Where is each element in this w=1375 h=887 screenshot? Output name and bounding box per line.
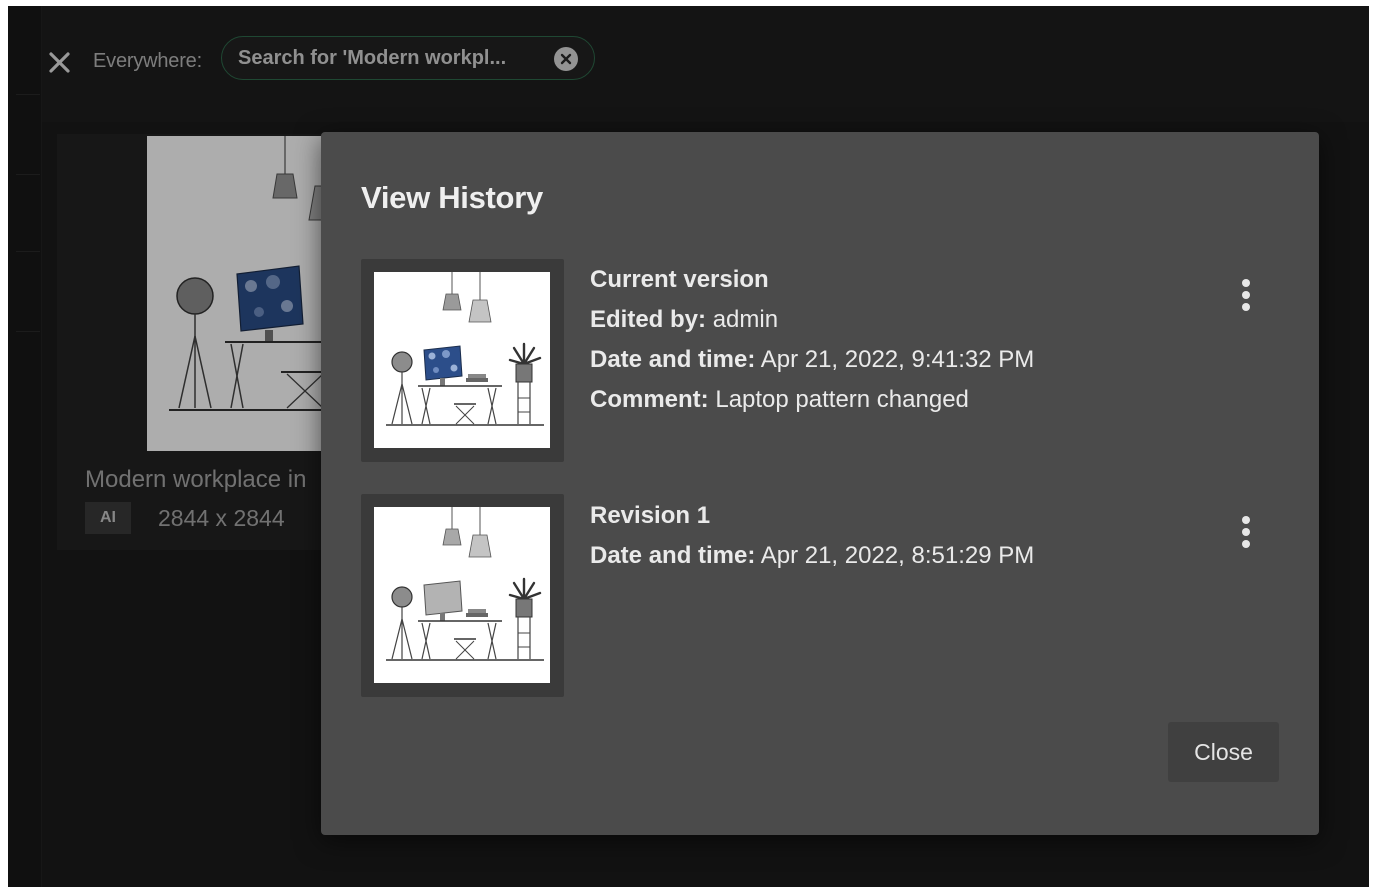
- current-version-details: Current version Edited by: admin Date an…: [590, 260, 1034, 420]
- left-edge: [0, 0, 8, 887]
- view-history-dialog: View History Current version Edited by: …: [321, 132, 1319, 835]
- current-version-thumbnail[interactable]: [361, 259, 564, 462]
- revision-1-details: Revision 1 Date and time: Apr 21, 2022, …: [590, 496, 1034, 576]
- comment-row: Comment: Laptop pattern changed: [590, 386, 969, 413]
- version-heading: Current version: [590, 266, 769, 293]
- revision-1-thumbnail[interactable]: [361, 494, 564, 697]
- right-edge: [1369, 0, 1375, 887]
- more-vertical-icon[interactable]: [1233, 275, 1259, 315]
- app-window: Everywhere: Search for 'Modern workpl...: [0, 0, 1375, 887]
- revision-1-image: [374, 507, 550, 683]
- more-vertical-icon[interactable]: [1233, 512, 1259, 552]
- version-heading: Revision 1: [590, 502, 711, 529]
- edited-by-row: Edited by: admin: [590, 306, 779, 333]
- current-version-image: [374, 272, 550, 448]
- date-time-row: Date and time: Apr 21, 2022, 8:51:29 PM: [590, 542, 1035, 569]
- dialog-title: View History: [361, 180, 543, 215]
- close-button[interactable]: Close: [1168, 722, 1279, 782]
- date-time-row: Date and time: Apr 21, 2022, 9:41:32 PM: [590, 346, 1035, 373]
